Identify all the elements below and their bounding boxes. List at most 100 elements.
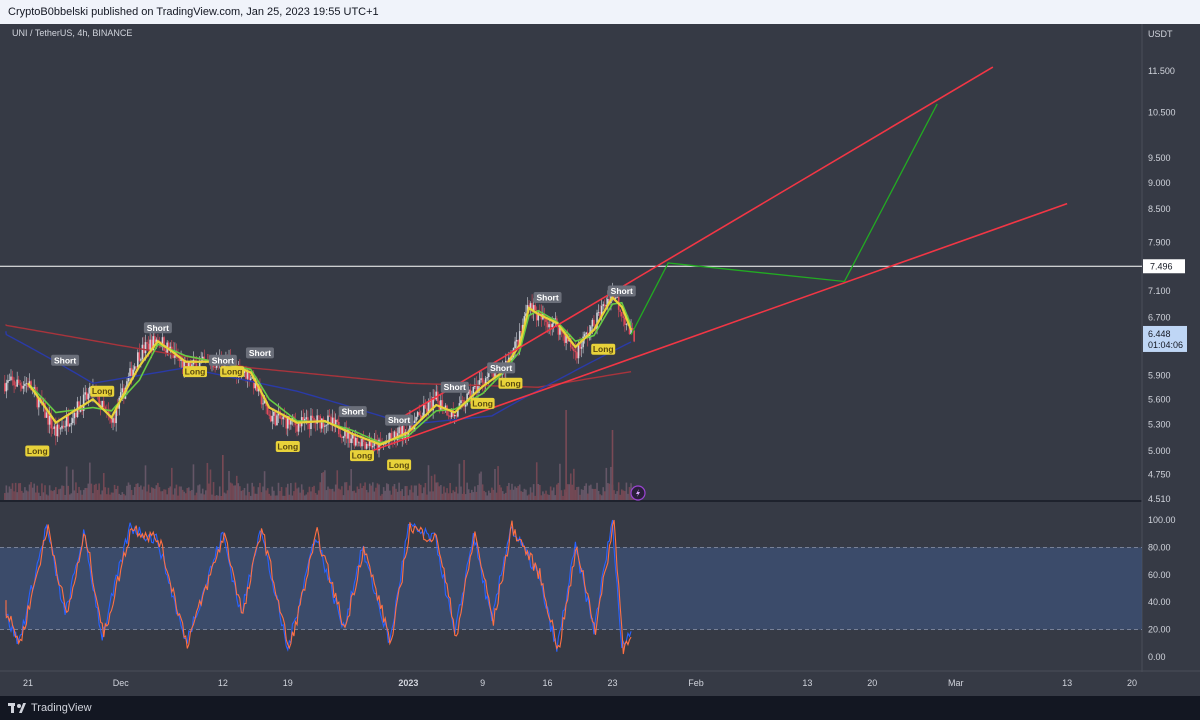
volume-bar bbox=[226, 490, 229, 500]
candle-body bbox=[622, 316, 625, 318]
footer: TradingView bbox=[0, 696, 1200, 720]
volume-bar bbox=[327, 486, 329, 500]
candle-body bbox=[625, 323, 628, 325]
long-signal: Long bbox=[183, 366, 207, 378]
volume-bar bbox=[256, 493, 258, 500]
volume-bar bbox=[311, 487, 314, 500]
volume-bar bbox=[597, 490, 600, 500]
volume-bar bbox=[101, 490, 104, 500]
long-signal: Long bbox=[498, 377, 523, 389]
candle-body bbox=[322, 418, 325, 427]
volume-bar bbox=[413, 485, 416, 500]
volume-bar bbox=[525, 489, 527, 500]
volume-bar bbox=[84, 487, 87, 500]
volume-bar bbox=[402, 495, 405, 500]
volume-bar bbox=[505, 492, 507, 500]
volume-bar bbox=[73, 490, 76, 500]
volume-bar bbox=[583, 485, 586, 500]
volume-bar bbox=[262, 486, 264, 500]
volume-bar bbox=[285, 487, 288, 500]
alert-icon[interactable] bbox=[630, 485, 646, 501]
candle-body bbox=[574, 351, 577, 353]
volume-bar bbox=[288, 494, 291, 500]
volume-bar bbox=[545, 490, 547, 500]
volume-bar bbox=[45, 494, 48, 500]
volume-bar bbox=[72, 469, 74, 500]
volume-bar bbox=[367, 492, 369, 500]
time-tick-label: 13 bbox=[1062, 678, 1072, 688]
volume-bar bbox=[342, 495, 345, 500]
signal-label: Long bbox=[352, 451, 373, 461]
volume-bar bbox=[509, 489, 512, 500]
volume-bar bbox=[546, 494, 549, 500]
volume-bar bbox=[184, 493, 187, 500]
volume-bar bbox=[537, 483, 540, 500]
volume-bar bbox=[259, 482, 261, 500]
short-signal: Short bbox=[143, 322, 172, 334]
candle-body bbox=[62, 425, 65, 428]
candle-body bbox=[317, 415, 320, 417]
candle-body bbox=[324, 425, 326, 427]
volume-bar bbox=[520, 491, 523, 500]
volume-bar bbox=[225, 493, 227, 500]
volume-bar bbox=[48, 485, 51, 500]
volume-bar bbox=[602, 487, 605, 500]
volume-bar bbox=[201, 488, 204, 500]
volume-bar bbox=[7, 492, 9, 500]
volume-bar bbox=[622, 490, 625, 500]
volume-bar bbox=[136, 483, 139, 500]
tradingview-icon bbox=[8, 703, 26, 713]
volume-bar bbox=[85, 488, 88, 500]
volume-bar bbox=[126, 485, 128, 500]
volume-bar bbox=[34, 492, 37, 500]
volume-bar bbox=[554, 495, 557, 500]
volume-bar bbox=[334, 484, 337, 500]
volume-bar bbox=[370, 485, 373, 500]
symbol-title[interactable]: UNI / TetherUS, 4h, BINANCE bbox=[12, 28, 132, 38]
candle-body bbox=[620, 311, 623, 317]
chart-area[interactable]: Short Long Long Short Long Long Short Short Long… bbox=[0, 24, 1200, 696]
volume-bar bbox=[44, 485, 46, 500]
volume-bar bbox=[59, 488, 62, 500]
volume-bar bbox=[591, 488, 594, 500]
volume-bar bbox=[409, 489, 411, 500]
volume-bar bbox=[27, 491, 29, 500]
volume-bar bbox=[498, 484, 501, 500]
tradingview-logo[interactable]: TradingView bbox=[8, 702, 92, 714]
signal-label: Short bbox=[342, 407, 364, 417]
candle-body bbox=[311, 415, 314, 419]
volume-bar bbox=[484, 492, 487, 500]
price-tick-label: 6.700 bbox=[1148, 312, 1171, 322]
volume-bar bbox=[13, 491, 15, 500]
volume-bar bbox=[384, 490, 386, 500]
candle-body bbox=[17, 379, 20, 384]
volume-bar bbox=[89, 462, 91, 500]
ma-signal-line bbox=[27, 295, 633, 446]
candle-body bbox=[274, 411, 277, 426]
volume-bar bbox=[245, 495, 247, 500]
candle-body bbox=[70, 423, 73, 425]
candle-body bbox=[296, 425, 298, 432]
volume-bar bbox=[290, 483, 292, 500]
volume-bar bbox=[65, 466, 68, 500]
volume-bar bbox=[562, 495, 564, 500]
volume-bar bbox=[531, 492, 533, 500]
candle-body bbox=[325, 424, 328, 426]
volume-bar bbox=[331, 488, 334, 500]
volume-bar bbox=[341, 486, 343, 500]
volume-bar bbox=[600, 495, 603, 500]
volume-bar bbox=[158, 487, 161, 500]
volume-bar bbox=[401, 489, 404, 500]
publish-text: CryptoB0bbelski published on TradingView… bbox=[8, 6, 379, 18]
volume-bar bbox=[144, 465, 147, 500]
signal-label: Long bbox=[277, 441, 298, 451]
volume-bar bbox=[14, 482, 17, 500]
candle-body bbox=[10, 376, 12, 380]
ma-long-line bbox=[5, 324, 632, 388]
signal-label: Short bbox=[611, 286, 633, 296]
signal-label: Short bbox=[490, 363, 512, 373]
candle-body bbox=[576, 352, 578, 359]
volume-bar bbox=[483, 490, 485, 500]
volume-bar bbox=[47, 495, 49, 500]
candle-body bbox=[84, 392, 87, 395]
